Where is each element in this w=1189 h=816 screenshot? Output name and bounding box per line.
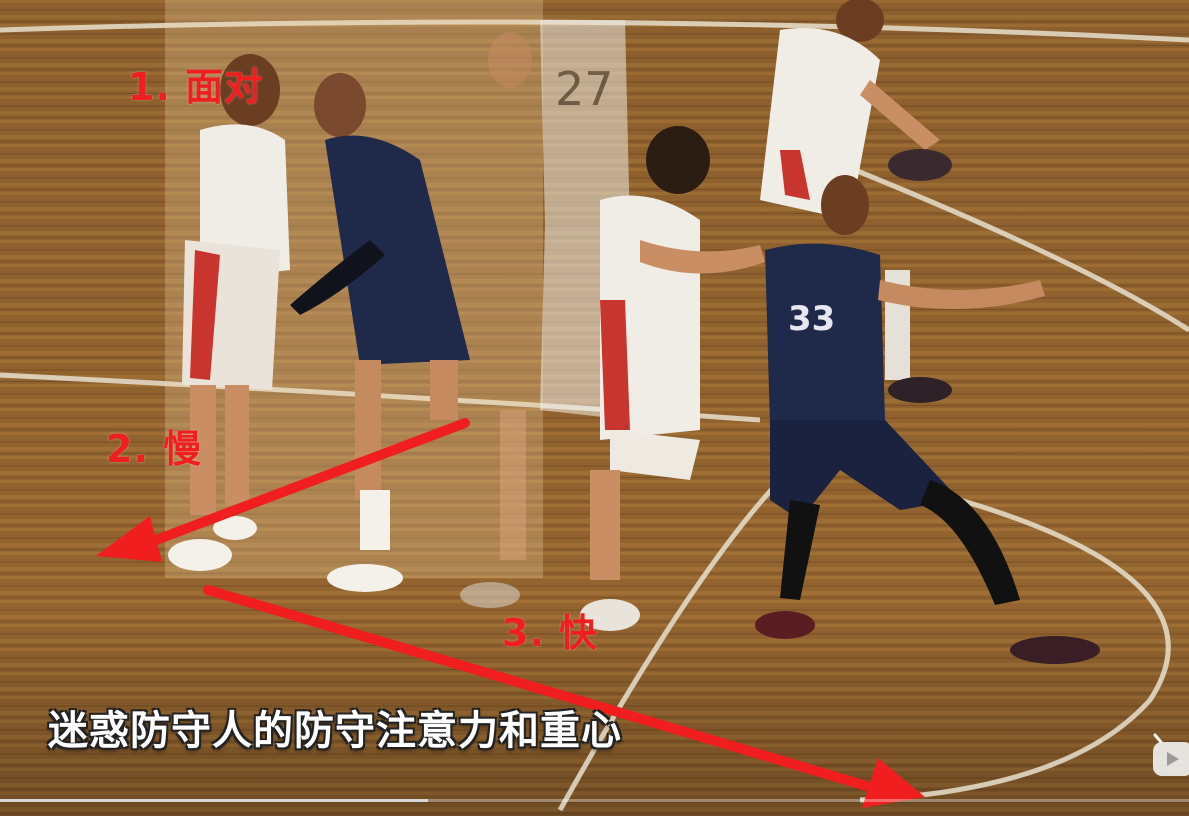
video-progress-bar[interactable] <box>0 799 1189 802</box>
video-platform-logo-icon <box>1153 733 1189 776</box>
court-scene: 27 33 <box>0 0 1189 816</box>
video-subtitle: 迷惑防守人的防守注意力和重心 <box>48 708 622 754</box>
video-progress-fill <box>0 799 429 802</box>
annotation-step-1: 1. 面对 <box>128 65 264 109</box>
jersey-number-27: 27 <box>555 62 614 116</box>
annotation-step-2: 2. 慢 <box>106 427 203 471</box>
annotation-step-3: 3. 快 <box>502 611 599 655</box>
jersey-number-33: 33 <box>788 299 835 339</box>
